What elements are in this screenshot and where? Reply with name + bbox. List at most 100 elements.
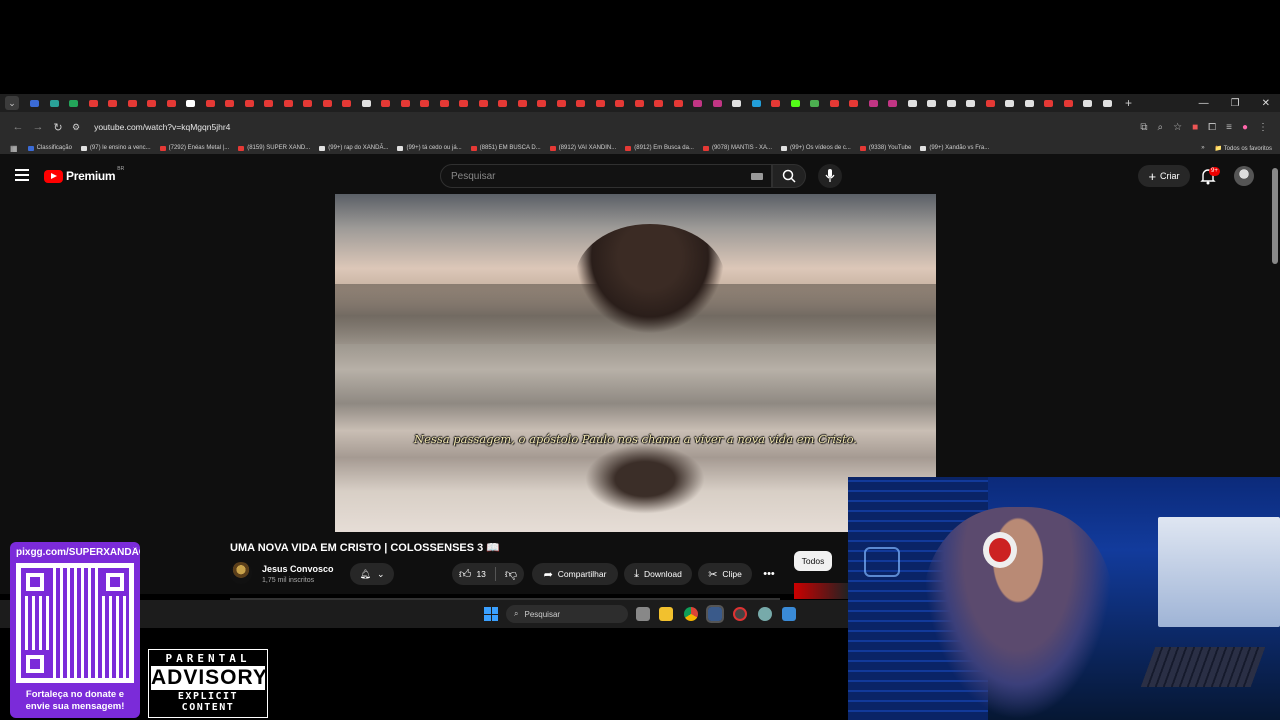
account-avatar[interactable] [1234, 166, 1254, 186]
profile-avatar-icon[interactable]: ● [1242, 122, 1248, 133]
create-button[interactable]: + Criar [1138, 165, 1190, 187]
new-tab-icon[interactable]: + [1125, 96, 1132, 110]
browser-tab[interactable] [1000, 96, 1020, 110]
browser-tab[interactable] [396, 96, 416, 110]
bookmark-item[interactable]: (99+) rap do XANDÃ... [319, 145, 388, 151]
browser-tab[interactable] [883, 96, 903, 110]
bookmark-item[interactable]: (8912) VAI XANDIN... [549, 145, 616, 151]
browser-tab[interactable] [181, 96, 201, 110]
youtube-premium-logo[interactable]: Premium BR [44, 166, 124, 183]
bookmark-item[interactable]: (9338) YouTube [859, 145, 911, 151]
browser-tab[interactable] [376, 96, 396, 110]
browser-tab[interactable] [318, 96, 338, 110]
bookmark-item[interactable]: (99+) Xandão vs Fra... [920, 145, 989, 151]
back-icon[interactable]: ← [8, 121, 28, 133]
browser-tab[interactable] [1059, 96, 1079, 110]
all-bookmarks-folder[interactable]: 📁 Todos os favoritos [1215, 145, 1272, 152]
browser-tab[interactable] [45, 96, 65, 110]
browser-tab[interactable] [1039, 96, 1059, 110]
bookmark-item[interactable]: (97) le ensino a venc... [80, 145, 151, 151]
hamburger-menu-icon[interactable] [15, 169, 29, 181]
browser-tab[interactable] [649, 96, 669, 110]
browser-tab[interactable] [513, 96, 533, 110]
browser-tab[interactable] [435, 96, 455, 110]
reload-icon[interactable]: ↻ [48, 121, 68, 134]
browser-tab[interactable] [630, 96, 650, 110]
browser-tab[interactable] [747, 96, 767, 110]
page-scrollbar[interactable] [1272, 168, 1278, 264]
tab-search-icon[interactable]: ⌄ [5, 96, 19, 110]
browser-tab[interactable] [571, 96, 591, 110]
chrome-icon[interactable] [684, 607, 698, 621]
recommended-thumbnail[interactable] [794, 583, 848, 599]
browser-tab[interactable] [786, 96, 806, 110]
browser-tab[interactable] [142, 96, 162, 110]
bookmarks-overflow-icon[interactable]: » [1201, 145, 1204, 151]
browser-tab[interactable] [903, 96, 923, 110]
browser-tab[interactable] [552, 96, 572, 110]
browser-tab[interactable] [844, 96, 864, 110]
clip-button[interactable]: ✂ Clipe [698, 563, 752, 585]
extensions-icon[interactable]: ⧠ [1208, 122, 1216, 133]
browser-tab[interactable] [337, 96, 357, 110]
browser-tab[interactable] [240, 96, 260, 110]
channel-name[interactable]: Jesus Convosco [262, 564, 334, 574]
steam-icon[interactable] [706, 605, 724, 623]
search-button[interactable] [772, 164, 806, 188]
browser-tab[interactable] [259, 96, 279, 110]
zoom-icon[interactable]: ⌕ [1157, 122, 1163, 133]
app-icon[interactable] [782, 607, 796, 621]
keyboard-icon[interactable] [751, 173, 763, 180]
bookmark-item[interactable]: (99+) Os vídeos de c... [780, 145, 851, 151]
browser-menu-icon[interactable]: ⋮ [1258, 122, 1268, 133]
video-player[interactable]: Nessa passagem, o apóstolo Paulo nos cha… [335, 194, 936, 532]
browser-tab[interactable] [961, 96, 981, 110]
browser-tab[interactable] [64, 96, 84, 110]
bookmark-item[interactable]: (8912) Em Busca da... [625, 145, 694, 151]
browser-tab[interactable] [532, 96, 552, 110]
url-input[interactable]: youtube.com/watch?v=kqMgqn5jhr4 [94, 122, 230, 132]
bookmark-star-icon[interactable]: ☆ [1173, 122, 1182, 133]
share-button[interactable]: ➦ Compartilhar [532, 563, 618, 585]
browser-tab[interactable] [162, 96, 182, 110]
browser-tab[interactable] [474, 96, 494, 110]
dislike-button[interactable]: 👎︎ [505, 567, 517, 582]
browser-tab[interactable] [727, 96, 747, 110]
more-actions-button[interactable]: ••• [758, 563, 780, 585]
browser-tab[interactable] [123, 96, 143, 110]
browser-tab[interactable] [298, 96, 318, 110]
browser-tab[interactable] [825, 96, 845, 110]
browser-tab[interactable] [942, 96, 962, 110]
subscription-bell-button[interactable]: 🔔︎ ⌄ [350, 563, 394, 585]
browser-tab[interactable] [357, 96, 377, 110]
browser-tab[interactable] [708, 96, 728, 110]
settings-icon[interactable] [758, 607, 772, 621]
task-view-icon[interactable] [636, 607, 650, 621]
browser-tab[interactable] [1078, 96, 1098, 110]
browser-tab[interactable] [25, 96, 45, 110]
browser-tab[interactable] [415, 96, 435, 110]
browser-tab[interactable] [220, 96, 240, 110]
browser-tab[interactable] [201, 96, 221, 110]
windows-start-icon[interactable] [484, 607, 498, 621]
browser-tab[interactable] [84, 96, 104, 110]
browser-tab[interactable] [981, 96, 1001, 110]
voice-search-button[interactable] [818, 164, 842, 188]
restore-icon[interactable]: ❐ [1231, 98, 1240, 109]
reading-list-icon[interactable]: ≡ [1226, 122, 1232, 133]
like-button[interactable]: 👍︎ 13 [459, 567, 486, 582]
install-app-icon[interactable]: ⧉ [1140, 122, 1147, 133]
bookmark-item[interactable]: (8851) EM BUSCA D... [470, 145, 541, 151]
browser-tab[interactable] [279, 96, 299, 110]
extension-icon[interactable]: ■ [1192, 122, 1198, 133]
bookmark-item[interactable]: (8159) SUPER XAND... [238, 145, 310, 151]
browser-tab[interactable] [864, 96, 884, 110]
browser-tab[interactable] [922, 96, 942, 110]
site-info-icon[interactable]: ⚙ [72, 122, 80, 133]
browser-tab[interactable] [669, 96, 689, 110]
apps-grid-icon[interactable]: ▦ [10, 144, 18, 153]
close-window-icon[interactable]: ✕ [1262, 98, 1270, 109]
browser-tab[interactable] [688, 96, 708, 110]
browser-tab[interactable] [805, 96, 825, 110]
obs-icon[interactable] [733, 607, 747, 621]
